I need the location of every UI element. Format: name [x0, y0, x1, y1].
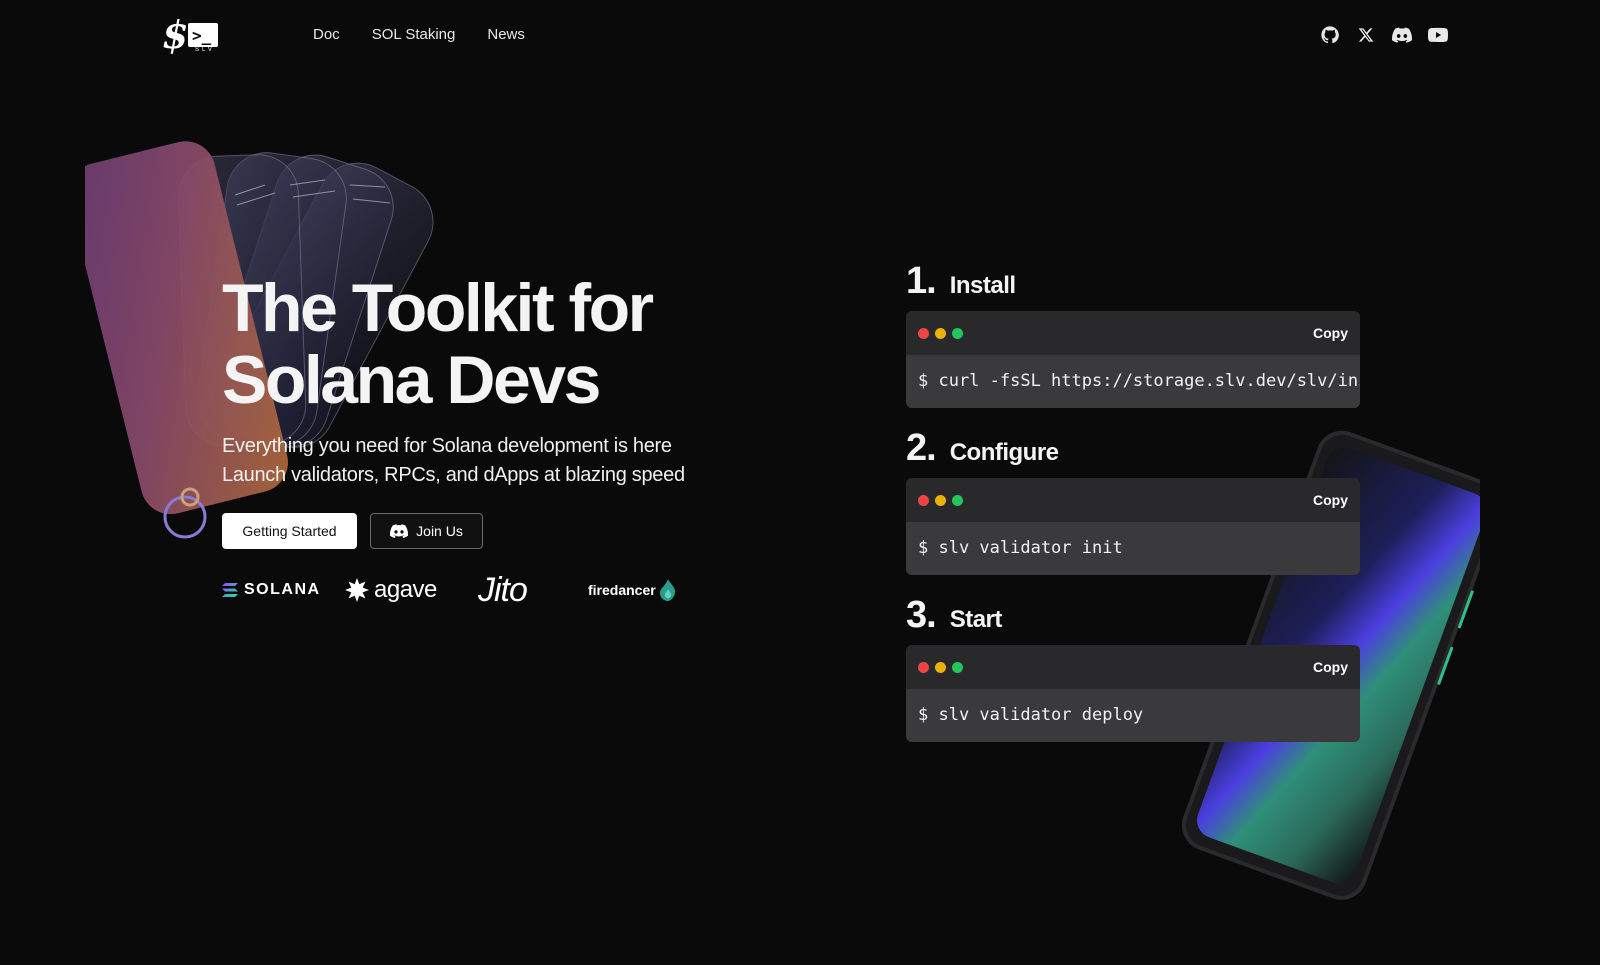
logo-tag: SLV — [195, 47, 215, 53]
red-dot-icon — [918, 328, 929, 339]
terminal-install: Copy $ curl -fsSL https://storage.slv.de… — [906, 311, 1360, 408]
terminal-header: Copy — [906, 478, 1360, 522]
top-nav: $ >_ SLV Doc SOL Staking News — [0, 0, 1600, 72]
getting-started-button[interactable]: Getting Started — [222, 513, 357, 549]
firedancer-logo: firedancer — [588, 572, 677, 608]
github-icon[interactable] — [1320, 24, 1340, 46]
step-3-heading: 3. Start — [906, 594, 1002, 637]
hero-title-line-2: Solana Devs — [222, 342, 601, 418]
step-2-heading: 2. Configure — [906, 427, 1059, 470]
step-3-title: Start — [949, 606, 1003, 633]
step-1-title: Install — [949, 272, 1016, 299]
terminal-configure: Copy $ slv validator init — [906, 478, 1360, 575]
red-dot-icon — [918, 662, 929, 673]
agave-wordmark: agave — [374, 576, 437, 603]
step-2-number: 2. — [906, 427, 937, 469]
step-1-heading: 1. Install — [906, 260, 1016, 303]
agave-logo: agave — [344, 572, 437, 608]
window-dots — [918, 495, 963, 506]
terminal-body: $ slv validator deploy — [906, 689, 1360, 742]
social-links — [1320, 24, 1448, 46]
jito-logo: Jito — [478, 570, 528, 609]
discord-icon — [390, 524, 409, 538]
join-us-label: Join Us — [416, 523, 463, 539]
red-dot-icon — [918, 495, 929, 506]
slv-logo[interactable]: $ >_ SLV — [162, 12, 222, 57]
nav-link-sol-staking[interactable]: SOL Staking — [372, 24, 456, 46]
hero-subtitle: Everything you need for Solana developme… — [222, 432, 782, 490]
nav-link-doc[interactable]: Doc — [313, 24, 340, 46]
configure-command[interactable]: $ slv validator init — [918, 538, 1123, 558]
svg-text:$: $ — [162, 16, 188, 56]
start-command[interactable]: $ slv validator deploy — [918, 705, 1143, 725]
hero-title: The Toolkit for Solana Devs — [222, 272, 782, 416]
svg-text:>_: >_ — [192, 26, 212, 45]
terminal-header: Copy — [906, 311, 1360, 355]
flame-icon — [659, 579, 677, 601]
window-dots — [918, 328, 963, 339]
terminal-body: $ curl -fsSL https://storage.slv.dev/slv… — [906, 355, 1360, 408]
install-command[interactable]: $ curl -fsSL https://storage.slv.dev/slv… — [918, 371, 1360, 391]
copy-start-button[interactable]: Copy — [1313, 657, 1348, 677]
terminal-header: Copy — [906, 645, 1360, 689]
join-us-button[interactable]: Join Us — [370, 513, 483, 549]
hero-subtitle-line-1: Everything you need for Solana developme… — [222, 435, 672, 457]
copy-configure-button[interactable]: Copy — [1313, 490, 1348, 510]
solana-logo: SOLANA — [222, 572, 321, 608]
terminal-body: $ slv validator init — [906, 522, 1360, 575]
copy-install-button[interactable]: Copy — [1313, 323, 1348, 343]
green-dot-icon — [952, 495, 963, 506]
yellow-dot-icon — [935, 495, 946, 506]
green-dot-icon — [952, 328, 963, 339]
firedancer-wordmark: firedancer — [588, 582, 656, 598]
terminal-start: Copy $ slv validator deploy — [906, 645, 1360, 742]
nav-links: Doc SOL Staking News — [313, 24, 557, 46]
hero-subtitle-line-2: Launch validators, RPCs, and dApps at bl… — [222, 464, 685, 486]
green-dot-icon — [952, 662, 963, 673]
discord-icon[interactable] — [1392, 24, 1412, 46]
window-dots — [918, 662, 963, 673]
solana-wordmark: SOLANA — [244, 581, 321, 598]
jito-wordmark: Jito — [478, 570, 528, 609]
nav-link-news[interactable]: News — [487, 24, 525, 46]
yellow-dot-icon — [935, 662, 946, 673]
youtube-icon[interactable] — [1428, 24, 1448, 46]
yellow-dot-icon — [935, 328, 946, 339]
step-3-number: 3. — [906, 594, 937, 636]
step-1-number: 1. — [906, 260, 937, 302]
step-2-title: Configure — [949, 439, 1059, 466]
x-icon[interactable] — [1356, 24, 1376, 46]
hero-title-line-1: The Toolkit for — [222, 270, 654, 346]
